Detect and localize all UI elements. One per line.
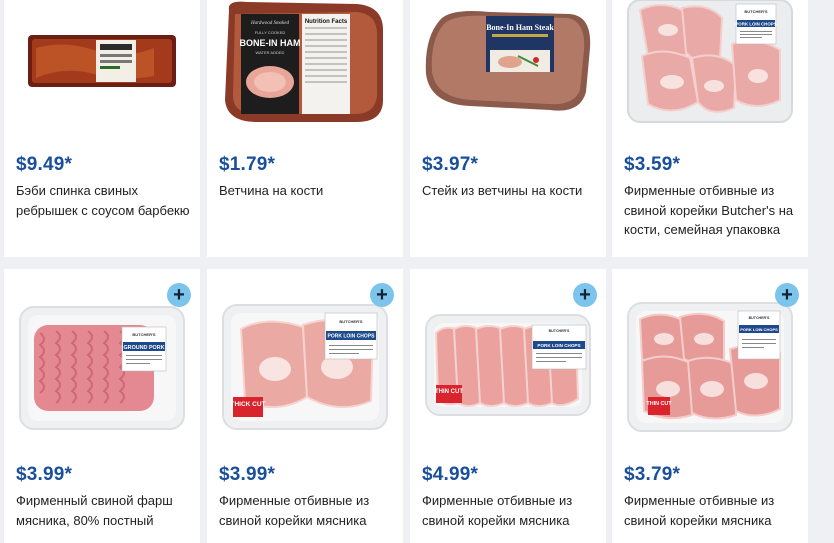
image-label: Bone-In Ham Steak xyxy=(486,23,554,32)
image-label: PORK LOIN CHOPS xyxy=(537,343,580,348)
plus-icon: + xyxy=(781,284,793,306)
add-to-cart-button[interactable]: + xyxy=(370,283,394,307)
product-price: $3.79* xyxy=(624,464,681,485)
product-card[interactable]: Hardwood Smoked FULLY COOKED BONE-IN HAM… xyxy=(207,0,403,257)
product-name[interactable]: Фирменные отбивные из свиной корейки мяс… xyxy=(219,491,395,530)
image-brand: BUTCHER'S xyxy=(132,332,156,337)
image-brand: BUTCHER'S xyxy=(749,316,770,320)
image-label: PORK LOIN CHOPS xyxy=(328,334,376,340)
image-label: PORK LOIN CHOPS xyxy=(735,22,776,27)
image-brand: BUTCHER'S xyxy=(549,329,570,333)
product-name[interactable]: Фирменные отбивные из свиной корейки мяс… xyxy=(422,491,598,530)
product-card[interactable]: BUTCHER'S GROUND PORK + $3.99* Фирменный… xyxy=(4,269,200,543)
product-card[interactable]: Bone-In Ham Steak $3.97* Стейк из ветчин… xyxy=(410,0,606,257)
plus-icon: + xyxy=(173,284,185,306)
image-label-top: Hardwood Smoked xyxy=(250,21,290,26)
product-card[interactable]: BUTCHER'S PORK LOIN CHOPS THIN CUT + $3.… xyxy=(612,269,808,543)
product-image[interactable]: BUTCHER'S PORK LOIN CHOPS xyxy=(612,0,808,140)
product-image[interactable]: Hardwood Smoked FULLY COOKED BONE-IN HAM… xyxy=(207,0,403,140)
image-brand: BUTCHER'S xyxy=(339,319,363,324)
product-name[interactable]: Фирменные отбивные из свиной корейки мяс… xyxy=(624,491,800,530)
product-name[interactable]: Ветчина на кости xyxy=(219,181,395,201)
product-price: $3.59* xyxy=(624,154,681,175)
product-price: $4.99* xyxy=(422,464,479,485)
image-tag: THIN CUT xyxy=(646,401,672,407)
product-name[interactable]: Бэби спинка свиных ребрышек с соусом бар… xyxy=(16,181,192,220)
plus-icon: + xyxy=(376,284,388,306)
product-price: $3.97* xyxy=(422,154,479,175)
product-grid: $9.49* Бэби спинка свиных ребрышек с соу… xyxy=(0,0,834,543)
add-to-cart-button[interactable]: + xyxy=(775,283,799,307)
image-label: PORK LOIN CHOPS xyxy=(740,327,778,332)
product-price: $9.49* xyxy=(16,154,73,175)
image-label: GROUND PORK xyxy=(123,345,164,351)
add-to-cart-button[interactable]: + xyxy=(573,283,597,307)
image-tag: THIN CUT xyxy=(435,389,463,395)
product-image[interactable] xyxy=(4,0,200,140)
product-card[interactable]: BUTCHER'S PORK LOIN CHOPS $3.59* Фирменн… xyxy=(612,0,808,257)
image-label: BONE-IN HAM xyxy=(240,38,301,48)
product-name[interactable]: Фирменный свиной фарш мясника, 80% постн… xyxy=(16,491,192,530)
product-price: $3.99* xyxy=(16,464,73,485)
image-panel-title: Nutrition Facts xyxy=(305,19,348,25)
plus-icon: + xyxy=(579,284,591,306)
image-label-small: WATER ADDED xyxy=(256,50,285,55)
product-price: $1.79* xyxy=(219,154,276,175)
image-brand: BUTCHER'S xyxy=(744,9,768,14)
product-card[interactable]: BUTCHER'S PORK LOIN CHOPS THICK CUT + $3… xyxy=(207,269,403,543)
product-name[interactable]: Фирменные отбивные из свиной корейки But… xyxy=(624,181,800,240)
product-name[interactable]: Стейк из ветчины на кости xyxy=(422,181,598,201)
product-image[interactable]: Bone-In Ham Steak xyxy=(410,0,606,140)
product-card[interactable]: $9.49* Бэби спинка свиных ребрышек с соу… xyxy=(4,0,200,257)
image-tag: THICK CUT xyxy=(230,401,265,408)
product-price: $3.99* xyxy=(219,464,276,485)
add-to-cart-button[interactable]: + xyxy=(167,283,191,307)
svg-text:FULLY COOKED: FULLY COOKED xyxy=(255,30,286,35)
product-card[interactable]: BUTCHER'S PORK LOIN CHOPS THIN CUT + $4.… xyxy=(410,269,606,543)
